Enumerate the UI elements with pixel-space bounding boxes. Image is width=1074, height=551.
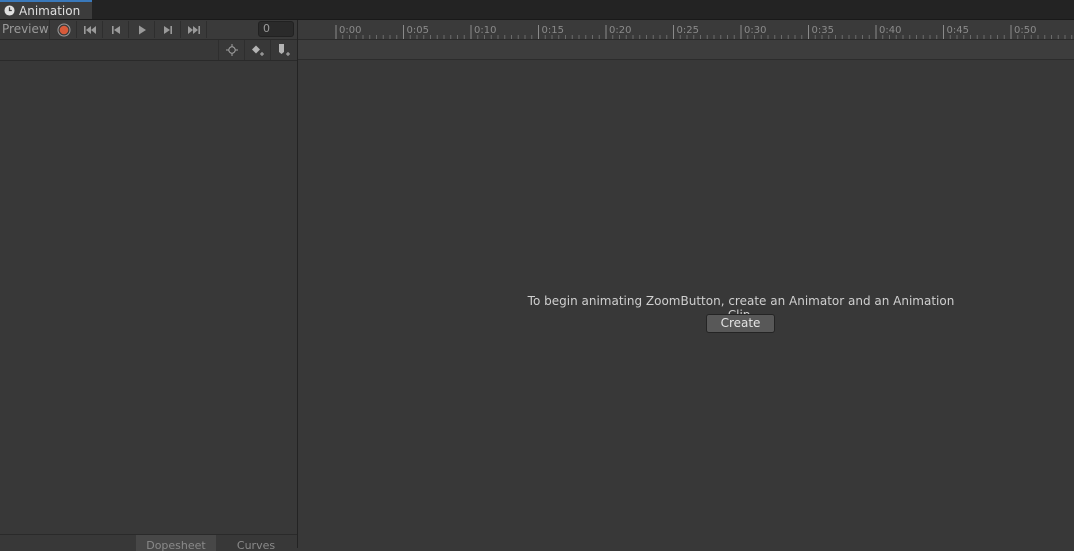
ruler-tick-label: 0:30 [744, 25, 766, 36]
filter-by-selection-button[interactable] [218, 40, 245, 60]
tab-curves[interactable]: Curves [220, 535, 292, 551]
ruler-tick-label: 0:20 [609, 25, 631, 36]
ruler-tick-label: 0:45 [947, 25, 969, 36]
add-keyframe-button[interactable] [244, 40, 271, 60]
prev-key-button[interactable] [104, 21, 129, 38]
create-button[interactable]: Create [706, 314, 775, 333]
ruler-tick-label: 0:50 [1014, 25, 1036, 36]
record-button[interactable] [52, 21, 77, 38]
ruler-tick-label: 0:00 [339, 25, 361, 36]
frame-field[interactable]: 0 [258, 21, 294, 37]
time-ruler[interactable]: 0:00 0:05 0:10 0:15 0:20 0:25 0:30 0:35 0:40 0:45… [298, 20, 1074, 40]
add-event-icon [279, 44, 290, 56]
play-icon [139, 25, 146, 34]
ruler-tick-label: 0:35 [812, 25, 834, 36]
keyframe-toolbar [0, 40, 297, 61]
add-event-button[interactable] [270, 40, 297, 60]
first-key-icon [84, 25, 96, 34]
ruler-tick-label: 0:25 [677, 25, 699, 36]
view-mode-tabs: Dopesheet Curves [0, 534, 297, 551]
crosshair-icon [226, 44, 238, 56]
prev-key-icon [112, 25, 120, 34]
last-key-icon [188, 25, 200, 34]
hierarchy-panel: Preview 0 Dopesheet Curves [0, 20, 298, 551]
playback-toolbar: Preview 0 [0, 20, 297, 40]
tab-animation[interactable]: Animation [0, 0, 92, 19]
last-key-button[interactable] [182, 21, 207, 38]
next-key-icon [164, 25, 172, 34]
add-keyframe-icon [252, 45, 264, 56]
ruler-tick-label: 0:10 [474, 25, 496, 36]
clock-icon [4, 5, 15, 16]
tab-label: Animation [19, 3, 81, 18]
next-key-button[interactable] [156, 21, 181, 38]
preview-button[interactable]: Preview [0, 20, 50, 39]
first-key-button[interactable] [78, 21, 103, 38]
ruler-tick-label: 0:40 [879, 25, 901, 36]
time-ruler-ticks: 0:00 0:05 0:10 0:15 0:20 0:25 0:30 0:35 0:40 0:45… [335, 25, 1073, 39]
play-button[interactable] [130, 21, 155, 38]
tab-dopesheet[interactable]: Dopesheet [136, 535, 216, 551]
window-tabbar: Animation [0, 0, 1074, 20]
ruler-tick-label: 0:05 [407, 25, 429, 36]
ruler-tick-label: 0:15 [542, 25, 564, 36]
timeline-panel: 0:00 0:05 0:10 0:15 0:20 0:25 0:30 0:35 0:40 0:45… [298, 20, 1074, 548]
events-row[interactable] [298, 40, 1074, 60]
record-icon [57, 23, 71, 36]
